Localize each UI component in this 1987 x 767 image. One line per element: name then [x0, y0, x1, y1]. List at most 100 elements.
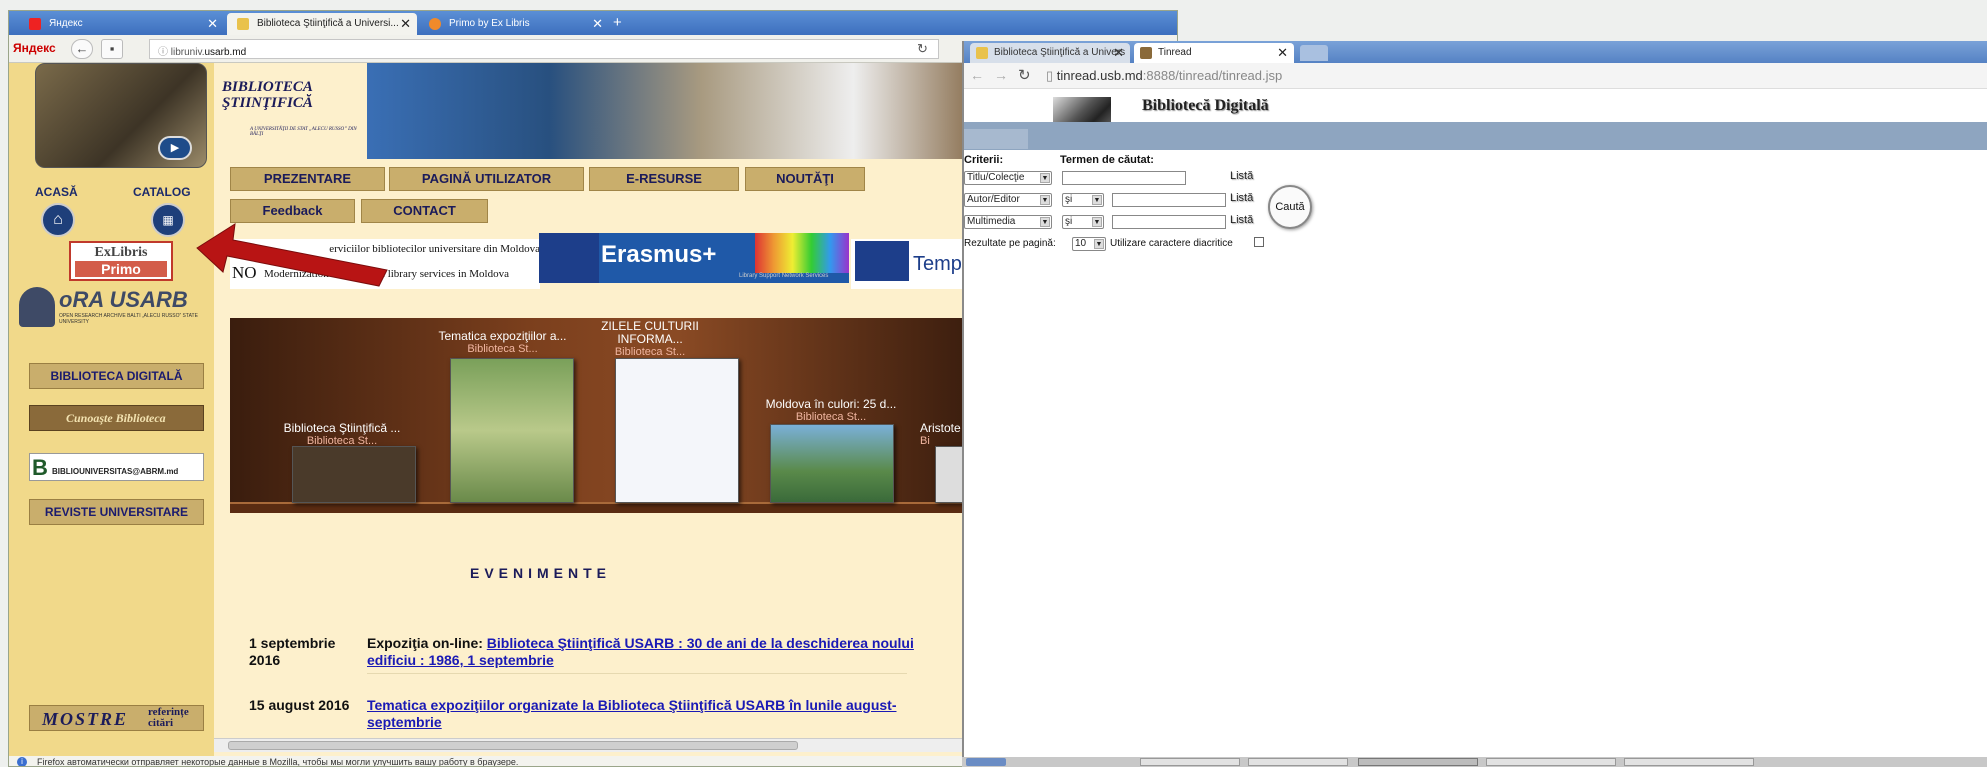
erasmus-banner[interactable]: Erasmus+ Library Support Network Service… [539, 233, 849, 283]
carousel-item[interactable]: Tematica expoziţiilor a... Biblioteca St… [430, 330, 575, 356]
event-link[interactable]: Tematica expoziţiilor organizate la Bibl… [367, 697, 897, 730]
url-bar[interactable]: ⓘ libruniv.usarb.md [149, 39, 939, 59]
lista-button[interactable]: Listă [1230, 214, 1253, 226]
taskbar-item[interactable] [1486, 758, 1616, 766]
forward-icon[interactable]: → [994, 67, 1008, 83]
event-item: Expoziţia on-line: Biblioteca Ştiinţific… [367, 635, 914, 668]
search-term-input[interactable] [1112, 215, 1226, 229]
back-icon[interactable]: ← [970, 67, 984, 83]
search-term-input[interactable] [1112, 193, 1226, 207]
chevron-down-icon: ▼ [1092, 217, 1102, 227]
chevron-down-icon: ▼ [1040, 173, 1050, 183]
left-sidebar: ▶ ACASĂ CATALOG ⌂ ▦ ExLibris Primo oRA U… [9, 63, 214, 756]
taskbar-item[interactable] [1140, 758, 1240, 766]
back-button[interactable]: ← [71, 39, 93, 59]
eu-flag-icon [855, 241, 909, 281]
divider [367, 673, 907, 674]
primo-icon [429, 18, 441, 30]
book-cover[interactable] [450, 358, 574, 503]
eu-flag-icon [539, 233, 599, 283]
close-icon[interactable]: ✕ [592, 16, 603, 32]
scrollbar-thumb[interactable] [228, 741, 798, 750]
start-button[interactable] [966, 758, 1006, 766]
cunoaste-biblioteca-button[interactable]: Cunoaşte Biblioteca [29, 405, 204, 431]
catalog-label[interactable]: CATALOG [133, 185, 191, 199]
book-cover[interactable] [615, 358, 739, 503]
close-icon[interactable]: ✕ [1277, 45, 1288, 61]
yandex-icon [29, 18, 41, 30]
tab-strip: Biblioteca Ştiinţifică a Univers ✕ Tinre… [964, 41, 1987, 63]
criteria-select[interactable]: Titlu/Colecţie ▼ [964, 171, 1052, 185]
tab-tinread[interactable]: Tinread ✕ [1134, 43, 1294, 63]
menu-prezentare[interactable]: PREZENTARE [230, 167, 385, 191]
criteria-label: Criterii: [964, 154, 1004, 166]
tab-yandex[interactable]: Яндекс ✕ [19, 13, 224, 35]
menu-pagina-utilizator[interactable]: PAGINĂ UTILIZATOR [389, 167, 584, 191]
events-heading: EVENIMENTE [470, 565, 612, 581]
biblioteca-digitala-button[interactable]: BIBLIOTECA DIGITALĂ [29, 363, 204, 389]
ora-usarb-logo[interactable]: oRA USARB OPEN RESEARCH ARCHIVE BALTI „A… [19, 287, 201, 329]
diacritics-checkbox[interactable] [1254, 237, 1264, 247]
library-logo[interactable]: BIBLIOTECA ŞTIINŢIFICĂ A UNIVERSITĂŢII D… [222, 65, 367, 155]
shelf [230, 502, 975, 513]
event-date: 15 august 2016 [249, 697, 350, 713]
catalog-icon[interactable]: ▦ [151, 203, 185, 237]
tab-biblioteca[interactable]: Biblioteca Ştiinţifică a Universi... ✕ [227, 13, 417, 35]
close-icon[interactable]: ✕ [1113, 45, 1124, 61]
results-per-page-select[interactable]: 10 ▼ [1072, 237, 1106, 251]
tab-biblioteca[interactable]: Biblioteca Ştiinţifică a Univers ✕ [970, 43, 1130, 63]
close-icon[interactable]: ✕ [400, 16, 411, 32]
b-logo-icon: B [32, 455, 48, 480]
info-icon: i [17, 757, 27, 766]
book-cover[interactable] [292, 446, 416, 503]
menu-e-resurse[interactable]: E-RESURSE [589, 167, 739, 191]
taskbar-item[interactable] [1624, 758, 1754, 766]
new-tab-button[interactable] [1300, 45, 1328, 61]
event-date: 1 septembrie 2016 [249, 635, 336, 668]
criteria-select[interactable]: Multimedia ▼ [964, 215, 1052, 229]
book-cover[interactable] [770, 424, 894, 503]
chevron-down-icon: ▼ [1040, 217, 1050, 227]
carousel-item[interactable]: Biblioteca Ştiinţifică ... Biblioteca St… [272, 422, 412, 448]
taskbar [962, 757, 1987, 767]
lista-button[interactable]: Listă [1230, 192, 1253, 204]
mostre-button[interactable]: MOSTRE referințe citări [29, 705, 204, 731]
tab-strip: Яндекс ✕ Biblioteca Ştiinţifică a Univer… [9, 11, 1177, 35]
bibliouniversitas-button[interactable]: B BIBLIOUNIVERSITAS@ABRM.md [29, 453, 204, 481]
lista-button[interactable]: Listă [1230, 170, 1253, 182]
criteria-select[interactable]: Autor/Editor ▼ [964, 193, 1052, 207]
search-term-input[interactable] [1062, 171, 1186, 185]
carousel-item[interactable]: ZILELE CULTURII INFORMA... Biblioteca St… [590, 320, 710, 359]
menu-noutati[interactable]: NOUTĂŢI [745, 167, 865, 191]
taskbar-item[interactable] [1248, 758, 1348, 766]
reload-icon[interactable]: ↻ [1018, 66, 1031, 84]
operator-select[interactable]: şi ▼ [1062, 193, 1104, 207]
exlibris-primo-logo[interactable]: ExLibris Primo [69, 241, 173, 281]
operator-select[interactable]: şi ▼ [1062, 215, 1104, 229]
diacritics-label: Utilizare caractere diacritice [1110, 238, 1233, 249]
chevron-down-icon: ▼ [1092, 195, 1102, 205]
page-title: Bibliotecă Digitală [1142, 97, 1269, 114]
tab-primo[interactable]: Primo by Ex Libris ✕ [419, 13, 609, 35]
taskbar-item[interactable] [1358, 758, 1478, 766]
yandex-logo[interactable]: Яндекс [13, 41, 56, 55]
close-icon[interactable]: ✕ [207, 16, 218, 32]
library-building-photo: ▶ [35, 63, 207, 168]
new-tab-button[interactable]: + [613, 14, 622, 31]
results-per-page-label: Rezultate pe pagină: [964, 238, 1056, 249]
page-icon: ▯ [1046, 68, 1057, 83]
book-icon [237, 18, 249, 30]
lock-icon[interactable]: ▪ [101, 39, 123, 59]
reviste-universitare-button[interactable]: REVISTE UNIVERSITARE [29, 499, 204, 525]
chevron-down-icon: ▼ [1094, 239, 1104, 249]
home-icon[interactable]: ⌂ [41, 203, 75, 237]
carousel-item[interactable]: Moldova în culori: 25 d... Biblioteca St… [756, 398, 906, 424]
play-icon[interactable]: ▶ [158, 136, 192, 160]
home-label[interactable]: ACASĂ [35, 185, 78, 199]
reload-icon[interactable]: ↻ [917, 41, 928, 57]
students-photo [367, 63, 975, 159]
tempus-banner[interactable]: Temp [851, 239, 975, 289]
search-button[interactable]: Caută [1268, 185, 1312, 229]
url-bar[interactable]: ▯ tinread.usb.md:8888/tinread/tinread.js… [1042, 66, 1987, 86]
book-carousel[interactable]: Biblioteca Ştiinţifică ... Biblioteca St… [230, 318, 975, 513]
